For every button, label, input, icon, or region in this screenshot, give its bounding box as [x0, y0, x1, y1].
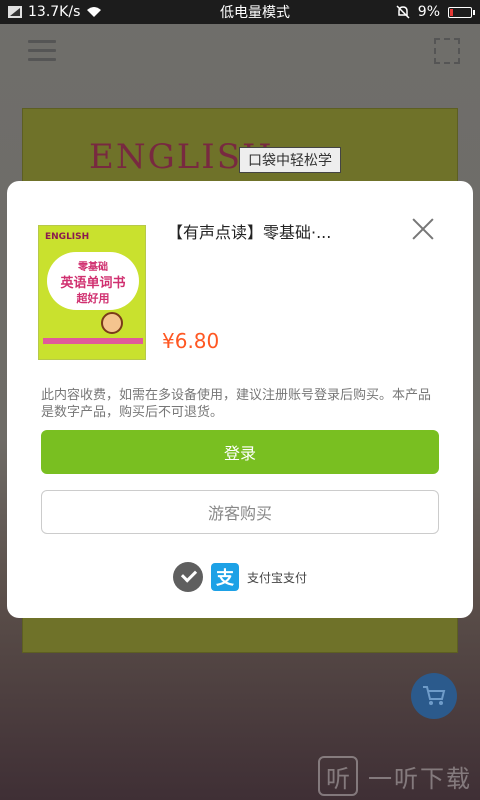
- purchase-dialog: ENGLISH 零基础 英语单词书 超好用 【有声点读】零基础·... ¥6.8…: [7, 181, 473, 618]
- cover-tag: 口袋中轻松学: [239, 147, 341, 173]
- status-bar: 13.7K/s 低电量模式 9%: [0, 0, 480, 24]
- cart-icon: [423, 686, 446, 705]
- wifi-icon: [87, 7, 102, 17]
- battery-icon: [448, 6, 475, 18]
- thumb-kid-illustration: [101, 312, 123, 334]
- close-icon[interactable]: [409, 215, 437, 243]
- price: ¥6.80: [162, 329, 220, 353]
- menu-icon[interactable]: [28, 40, 56, 62]
- thumb-cloud: 零基础 英语单词书 超好用: [47, 252, 139, 310]
- watermark-text: 一听下载: [368, 764, 472, 793]
- thumb-band: [43, 338, 143, 344]
- signal-icon: [8, 6, 22, 18]
- check-icon[interactable]: [173, 562, 203, 592]
- battery-percent: 9%: [417, 4, 440, 20]
- book-title: 【有声点读】零基础·...: [167, 223, 332, 242]
- guest-purchase-button[interactable]: 游客购买: [41, 490, 439, 534]
- cart-button[interactable]: [411, 673, 457, 719]
- login-button[interactable]: 登录: [41, 430, 439, 474]
- network-speed: 13.7K/s: [28, 4, 81, 20]
- status-mode: 低电量模式: [220, 5, 290, 21]
- watermark-logo: 听: [318, 756, 358, 796]
- top-bar: [0, 24, 480, 80]
- scan-icon[interactable]: [434, 38, 460, 64]
- mute-bell-icon: [396, 5, 410, 19]
- payment-method-row[interactable]: 支 支付宝支付: [173, 562, 307, 592]
- alipay-icon: 支: [211, 563, 239, 591]
- payment-method-label: 支付宝支付: [247, 570, 308, 585]
- thumb-english-text: ENGLISH: [45, 232, 90, 242]
- thumb-line2: 英语单词书: [60, 276, 126, 291]
- thumb-line3: 超好用: [76, 292, 110, 305]
- book-thumbnail: ENGLISH 零基础 英语单词书 超好用: [38, 225, 146, 360]
- purchase-notice: 此内容收费，如需在多设备使用，建议注册账号登录后购买。本产品是数字产品，购买后不…: [41, 388, 432, 420]
- thumb-line1: 零基础: [78, 262, 108, 273]
- watermark: 听 一听下载: [318, 756, 472, 796]
